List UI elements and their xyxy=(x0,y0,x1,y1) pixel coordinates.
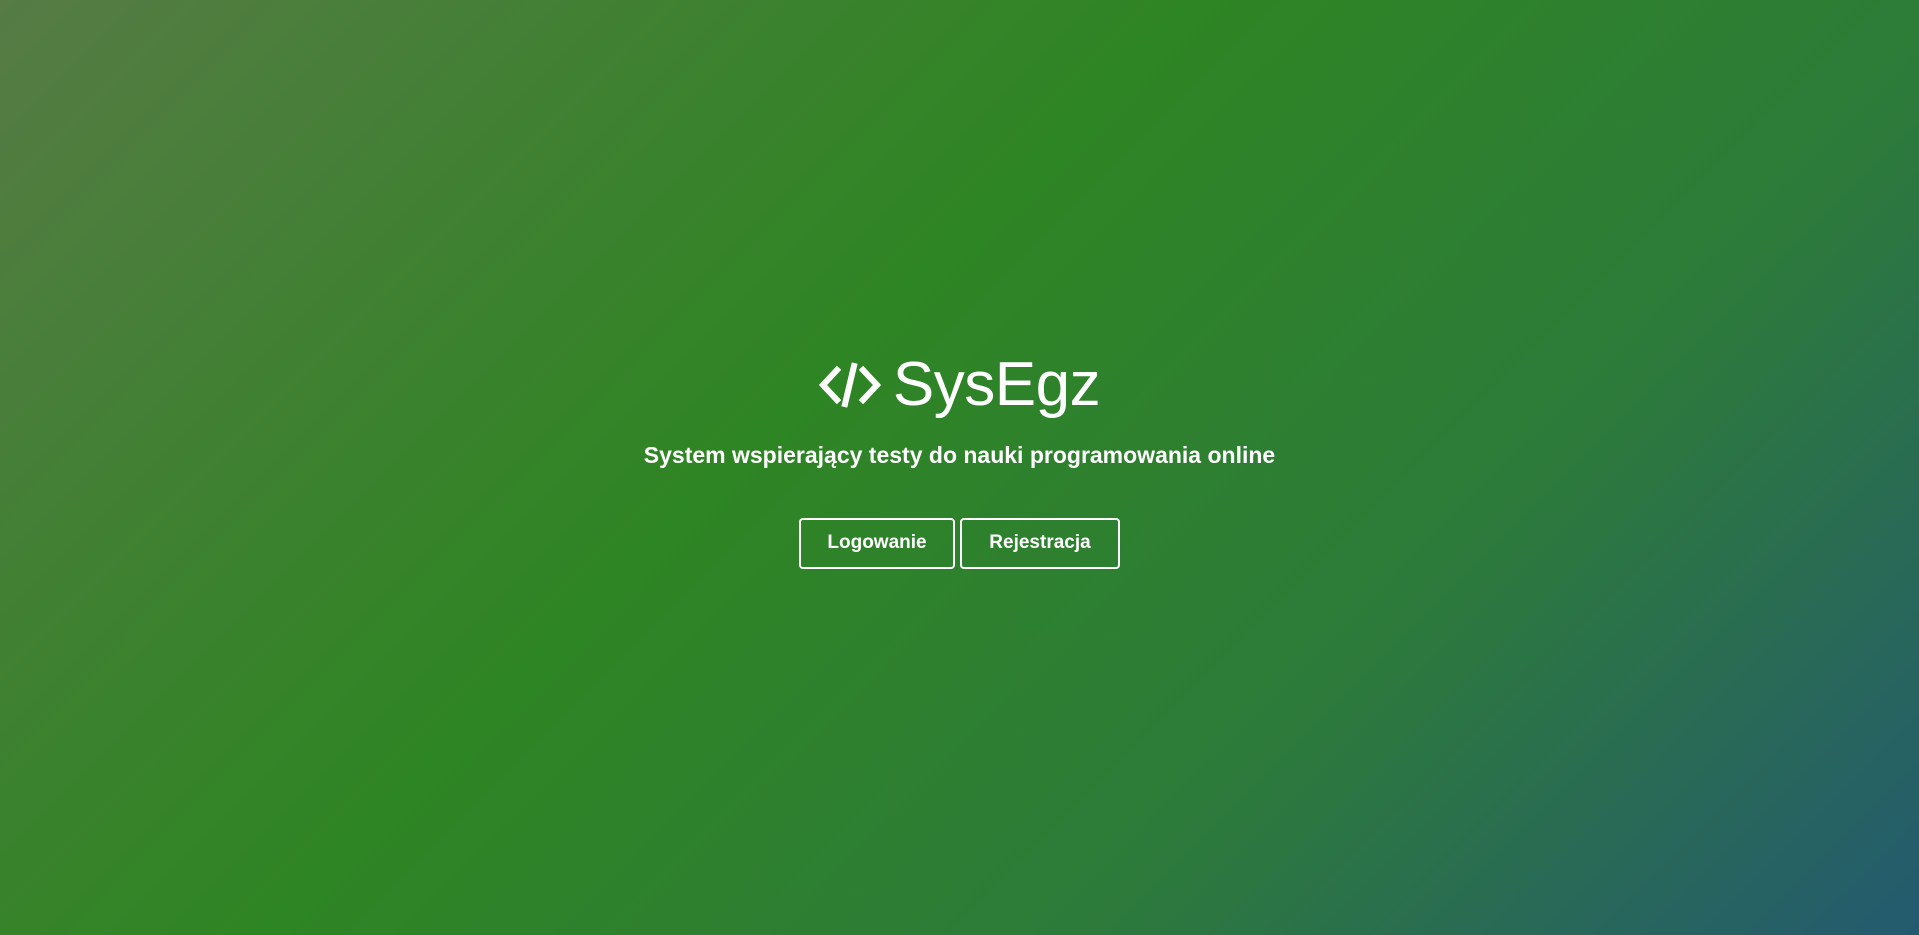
page-subtitle: System wspierający testy do nauki progra… xyxy=(643,442,1276,468)
register-button[interactable]: Rejestracja xyxy=(960,517,1120,569)
auth-actions: Logowanie Rejestracja xyxy=(799,517,1120,569)
landing-page: { "brand": { "icon": "code-icon", "name"… xyxy=(0,0,1919,935)
brand-name: SysEgz xyxy=(892,350,1101,419)
hero-section: SysEgz System wspierający testy do nauki… xyxy=(0,350,1919,569)
brand-logo: SysEgz xyxy=(818,350,1101,420)
login-button[interactable]: Logowanie xyxy=(799,517,955,569)
code-icon xyxy=(818,361,881,409)
